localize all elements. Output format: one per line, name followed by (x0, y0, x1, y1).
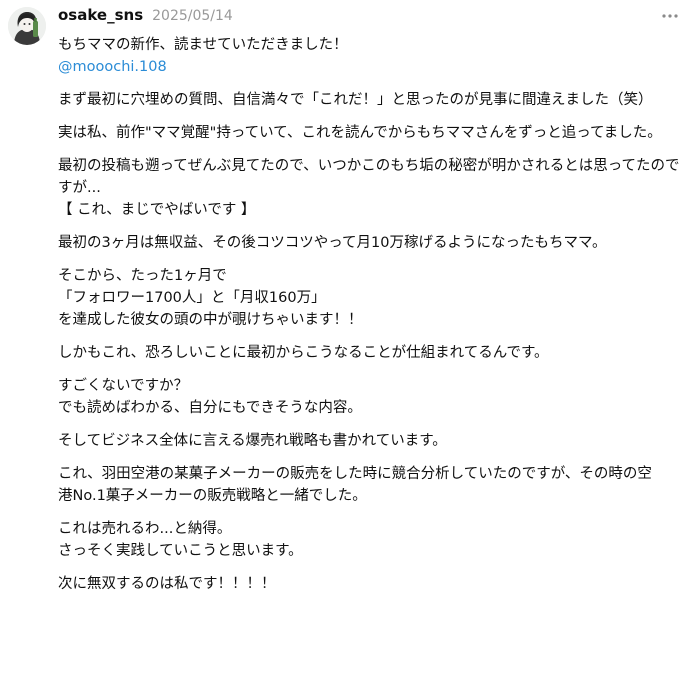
paragraph: これ、羽田空港の某菓子メーカーの販売をした時に競合分析していたのですが、その時の… (58, 463, 686, 507)
paragraph-line: 最初の投稿も遡ってぜんぶ見てたので、いつかこのもち垢の秘密が明かされるとは思って… (58, 158, 680, 174)
post-header: osake_sns 2025/05/14 (58, 6, 233, 28)
paragraph: そしてビジネス全体に言える爆売れ戦略も書かれています。 (58, 430, 686, 452)
paragraph-line: まず最初に穴埋めの質問、自信満々で「これだ！」と思ったのが見事に間違えました（笑… (58, 92, 653, 108)
paragraph-line: しかもこれ、恐ろしいことに最初からこうなることが仕組まれてるんです。 (58, 345, 549, 361)
paragraph-line: 次に無双するのは私です！！！！ (58, 576, 276, 592)
post-date: 2025/05/14 (152, 8, 233, 24)
paragraph-line: すごくないですか？ (58, 378, 189, 394)
paragraph: 最初の投稿も遡ってぜんぶ見てたので、いつかこのもち垢の秘密が明かされるとは思って… (58, 155, 686, 221)
paragraph-line: すが... (58, 180, 101, 196)
paragraph-line: 港No.1菓子メーカーの販売戦略と一緒でした。 (58, 488, 367, 504)
paragraph: 実は私、前作"ママ覚醒"持っていて、これを読んでからもちママさんをずっと追ってま… (58, 122, 686, 144)
paragraph: もちママの新作、読ませていただきました！ @mooochi.108 (58, 34, 686, 78)
paragraph-line: 最初の3ヶ月は無収益、その後コツコツやって月10万稼げるようになったもちママ。 (58, 235, 607, 251)
paragraph-line: でも読めばわかる、自分にもできそうな内容。 (58, 400, 362, 416)
mention-link[interactable]: @mooochi.108 (58, 56, 686, 78)
paragraph-line: さっそく実践していこうと思います。 (58, 543, 303, 559)
paragraph: すごくないですか？ でも読めばわかる、自分にもできそうな内容。 (58, 375, 686, 419)
paragraph-line: 実は私、前作"ママ覚醒"持っていて、これを読んでからもちママさんをずっと追ってま… (58, 125, 662, 141)
avatar-illustration (8, 7, 46, 45)
paragraph: 次に無双するのは私です！！！！ (58, 573, 686, 595)
more-dots-icon[interactable] (659, 8, 681, 24)
post-card: osake_sns 2025/05/14 もちママの新作、読ませていただきました… (0, 0, 699, 699)
paragraph: まず最初に穴埋めの質問、自信満々で「これだ！」と思ったのが見事に間違えました（笑… (58, 89, 686, 111)
paragraph-line: を達成した彼女の頭の中が覗けちゃいます！！ (58, 312, 363, 328)
post-body: もちママの新作、読ませていただきました！ @mooochi.108 まず最初に穴… (58, 34, 686, 606)
paragraph: 最初の3ヶ月は無収益、その後コツコツやって月10万稼げるようになったもちママ。 (58, 232, 686, 254)
avatar[interactable] (8, 7, 46, 45)
paragraph-line: もちママの新作、読ませていただきました！ (58, 37, 348, 53)
paragraph: そこから、たった1ヶ月で 「フォロワー1700人」と「月収160万」 を達成した… (58, 265, 686, 331)
username[interactable]: osake_sns (58, 6, 143, 24)
paragraph-line: 【 これ、まじでやばいです 】 (58, 202, 256, 218)
paragraph-line: これは売れるわ...と納得。 (58, 521, 232, 537)
paragraph-line: そしてビジネス全体に言える爆売れ戦略も書かれています。 (58, 433, 447, 449)
paragraph-line: 「フォロワー1700人」と「月収160万」 (58, 290, 326, 306)
paragraph-line: これ、羽田空港の某菓子メーカーの販売をした時に競合分析していたのですが、その時の… (58, 466, 652, 482)
paragraph: しかもこれ、恐ろしいことに最初からこうなることが仕組まれてるんです。 (58, 342, 686, 364)
paragraph-line: そこから、たった1ヶ月で (58, 268, 227, 284)
paragraph: これは売れるわ...と納得。 さっそく実践していこうと思います。 (58, 518, 686, 562)
